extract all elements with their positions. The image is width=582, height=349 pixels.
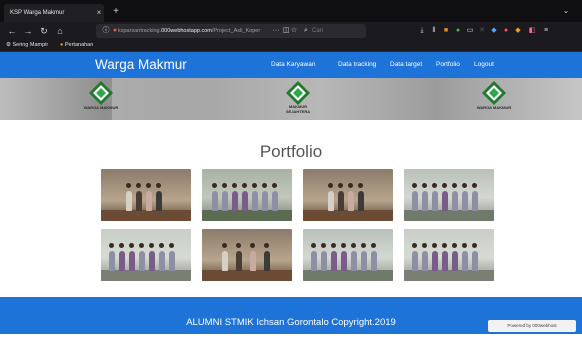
logo-text-left: WARGA MAKMUR <box>83 105 119 110</box>
powered-by-badge[interactable]: Powered by 000webhost <box>488 320 576 332</box>
bookmark-item-pertanahan[interactable]: ● Pertanahan <box>60 40 93 51</box>
search-icon: ⌕ <box>304 27 308 34</box>
window-menu-icon[interactable]: ⌄ <box>560 4 572 18</box>
logo-text-center: MAKMUR SEJAHTERA <box>285 104 311 114</box>
url-prefix: ksparsantracking. <box>118 28 162 34</box>
bookmark-label: Sering Mampir <box>12 42 49 48</box>
bookmark-item-sering-mampir[interactable]: ⚙ Sering Mampir <box>6 40 48 51</box>
forward-icon[interactable]: → <box>22 25 34 37</box>
url-domain: 000webhostapp.com <box>161 28 212 34</box>
portfolio-photo-1[interactable] <box>101 169 191 221</box>
sidebar-icon[interactable]: ▭ <box>464 25 476 37</box>
logo-emblem-center <box>286 81 310 105</box>
bookmark-label: Pertanahan <box>64 42 94 48</box>
new-tab-button[interactable]: + <box>110 4 122 22</box>
extension-orange-icon[interactable]: ■ <box>440 25 452 37</box>
extension-blue-icon[interactable]: ◆ <box>488 25 500 37</box>
extension-yellow-icon[interactable]: ◆ <box>512 25 524 37</box>
portfolio-photo-4[interactable] <box>404 169 494 221</box>
url-path: /Project_Asli_Koper <box>211 28 261 34</box>
extension-red-icon[interactable]: ● <box>500 25 512 37</box>
browser-tab[interactable]: KSP Warga Makmur <box>4 4 104 22</box>
site-brand[interactable]: Warga Makmur <box>95 52 215 78</box>
download-icon[interactable]: ⤓ <box>416 25 428 37</box>
extension-green-icon[interactable]: ● <box>452 25 464 37</box>
portfolio-photo-6[interactable] <box>202 229 292 281</box>
nav-link-logout[interactable]: Logout <box>474 52 494 78</box>
portfolio-photo-2[interactable] <box>202 169 292 221</box>
url-text[interactable]: ksparsantracking.000webhostapp.com/Proje… <box>118 24 268 38</box>
extension-x-icon[interactable]: ✕ <box>476 25 488 37</box>
home-icon[interactable]: ⌂ <box>54 25 66 37</box>
portfolio-photo-5[interactable] <box>101 229 191 281</box>
portfolio-photo-7[interactable] <box>303 229 393 281</box>
portfolio-title: Portfolio <box>259 142 323 161</box>
library-icon[interactable]: ⫴ <box>428 25 440 37</box>
banner-shade <box>112 78 272 120</box>
portfolio-photo-3[interactable] <box>303 169 393 221</box>
nav-link-data-karyawan[interactable]: Data Karyawan <box>271 52 315 78</box>
nav-link-portfolio[interactable]: Portfolio <box>436 52 460 78</box>
logo-emblem-right <box>482 81 506 105</box>
nav-link-data-target[interactable]: Data target <box>390 52 422 78</box>
back-icon[interactable]: ← <box>6 25 18 37</box>
portfolio-photo-8[interactable] <box>404 229 494 281</box>
search-input[interactable]: Cari <box>312 26 372 36</box>
menu-icon[interactable]: ≡ <box>540 25 552 37</box>
logo-text-right: WARGA MAKMUR <box>476 105 512 110</box>
tab-title: KSP Warga Makmur <box>10 10 65 16</box>
bookmark-star-icon[interactable]: ☆ <box>288 25 300 37</box>
logo-emblem-left <box>89 81 113 105</box>
nav-link-data-tracking[interactable]: Data tracking <box>338 52 376 78</box>
tab-close-icon[interactable]: × <box>94 4 104 22</box>
reload-icon[interactable]: ↻ <box>38 25 50 37</box>
extension-pink-icon[interactable]: ◧ <box>526 25 538 37</box>
